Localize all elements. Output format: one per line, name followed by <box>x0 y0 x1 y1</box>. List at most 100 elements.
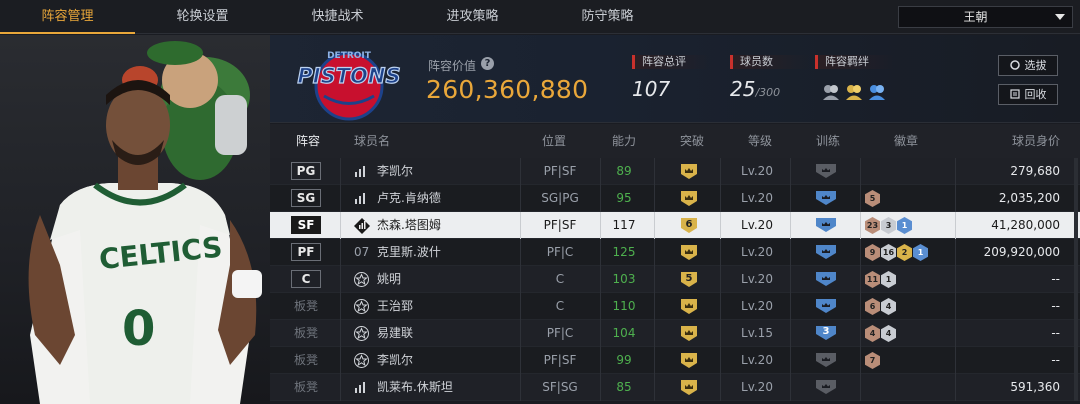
badge-icon[interactable]: 7 <box>865 352 880 369</box>
badge-icon[interactable]: 11 <box>865 271 880 288</box>
table-row[interactable]: PG 李凯尔 PF|SF 89 Lv.20 279,680 <box>270 158 1080 185</box>
recycle-button[interactable]: 回收 <box>998 84 1058 105</box>
breakthrough-badge[interactable]: 6 <box>680 212 702 239</box>
table-row[interactable]: PF 07 克里斯.波什 PF|C 125 Lv.20 9 16 2 1 209,920,000 <box>270 239 1080 266</box>
col-badges[interactable]: 徽章 <box>894 124 918 158</box>
overall-value: 107 <box>632 77 671 101</box>
tab-offense-strategy[interactable]: 进攻策略 <box>405 0 540 34</box>
player-level: Lv.20 <box>741 299 773 313</box>
tab-rotation-settings[interactable]: 轮换设置 <box>135 0 270 34</box>
table-row[interactable]: 板凳 易建联 PF|C 104 Lv.15 3 4 4 -- <box>270 320 1080 347</box>
breakthrough-badge[interactable] <box>680 374 702 401</box>
badge-icon[interactable]: 3 <box>881 217 896 234</box>
lineup-slot-bench[interactable]: 板凳 <box>288 347 324 374</box>
lineup-slot[interactable]: PF <box>288 239 324 266</box>
col-breakthrough[interactable]: 突破 <box>680 124 704 158</box>
lineup-slot[interactable]: SF <box>288 212 324 239</box>
bond-icons[interactable] <box>822 83 886 101</box>
badge-icon[interactable]: 6 <box>865 298 880 315</box>
chevron-down-icon <box>1055 14 1065 20</box>
badge-icon[interactable]: 4 <box>881 325 896 342</box>
breakthrough-badge[interactable] <box>680 239 702 266</box>
training-badge[interactable]: 3 <box>815 320 841 347</box>
help-icon[interactable]: ? <box>481 57 494 70</box>
lineup-slot[interactable]: SG <box>288 185 324 212</box>
player-value: 591,360 <box>1010 380 1060 394</box>
training-badge[interactable] <box>815 158 841 185</box>
player-level: Lv.20 <box>741 353 773 367</box>
training-badge[interactable] <box>815 347 841 374</box>
col-name[interactable]: 球员名 <box>354 124 390 158</box>
badge-icon[interactable]: 1 <box>897 217 912 234</box>
select-button[interactable]: 选拔 <box>998 55 1058 76</box>
breakthrough-badge[interactable]: 5 <box>680 266 702 293</box>
badge-icon[interactable]: 4 <box>865 325 880 342</box>
player-dropdown[interactable]: 王朝 <box>898 6 1073 28</box>
training-badge[interactable] <box>815 212 841 239</box>
tab-defense-strategy[interactable]: 防守策略 <box>540 0 675 34</box>
table-row[interactable]: 板凳 王治郅 C 110 Lv.20 6 4 -- <box>270 293 1080 320</box>
training-badge[interactable] <box>815 239 841 266</box>
player-name[interactable]: 杰森.塔图姆 <box>377 212 441 239</box>
training-badge[interactable] <box>815 374 841 401</box>
training-badge[interactable] <box>815 185 841 212</box>
player-value: -- <box>1051 299 1060 313</box>
lineup-slot[interactable]: C <box>288 266 324 293</box>
breakthrough-badge[interactable] <box>680 293 702 320</box>
player-badges: 11 1 <box>865 266 896 293</box>
player-name[interactable]: 姚明 <box>377 266 401 293</box>
recycle-icon <box>1009 86 1020 99</box>
table-row[interactable]: 板凳 李凯尔 PF|SF 99 Lv.20 7 -- <box>270 347 1080 374</box>
bond-silver-icon[interactable] <box>822 83 840 101</box>
badge-icon[interactable]: 4 <box>881 298 896 315</box>
table-row[interactable]: 板凳 凯莱布.休斯坦 SF|SG 85 Lv.20 591,360 <box>270 374 1080 401</box>
player-count-stat: 球员数 25/300 <box>730 55 810 101</box>
player-name[interactable]: 李凯尔 <box>377 158 413 185</box>
col-ability[interactable]: 能力 <box>612 124 636 158</box>
breakthrough-badge[interactable] <box>680 158 702 185</box>
bond-gold-icon[interactable] <box>845 83 863 101</box>
col-level[interactable]: 等级 <box>748 124 772 158</box>
bond-label: 阵容羁绊 <box>815 55 895 69</box>
badge-icon[interactable]: 16 <box>881 244 896 261</box>
col-lineup[interactable]: 阵容 <box>296 124 320 158</box>
player-name[interactable]: 李凯尔 <box>377 347 413 374</box>
badge-icon[interactable]: 23 <box>865 217 880 234</box>
player-name[interactable]: 凯莱布.休斯坦 <box>377 374 453 401</box>
col-position[interactable]: 位置 <box>542 124 566 158</box>
column-divider <box>340 212 341 239</box>
bond-blue-icon[interactable] <box>868 83 886 101</box>
player-position: C <box>555 299 565 313</box>
table-row[interactable]: C 姚明 C 103 5 Lv.20 11 1 -- <box>270 266 1080 293</box>
player-name[interactable]: 克里斯.波什 <box>377 239 441 266</box>
col-training[interactable]: 训练 <box>816 124 840 158</box>
column-divider <box>955 212 956 239</box>
badge-icon[interactable]: 1 <box>913 244 928 261</box>
lineup-slot-bench[interactable]: 板凳 <box>288 374 324 401</box>
player-level: Lv.20 <box>741 245 773 259</box>
training-count: 3 <box>822 326 830 337</box>
badge-icon[interactable]: 2 <box>897 244 912 261</box>
tab-lineup-management[interactable]: 阵容管理 <box>0 0 135 34</box>
badge-icon[interactable]: 1 <box>881 271 896 288</box>
scrollbar[interactable] <box>1074 158 1078 401</box>
player-name[interactable]: 王治郅 <box>377 293 413 320</box>
lineup-slot-bench[interactable]: 板凳 <box>288 320 324 347</box>
lineup-slot-bench[interactable]: 板凳 <box>288 293 324 320</box>
breakthrough-badge[interactable] <box>680 320 702 347</box>
badge-icon[interactable]: 9 <box>865 244 880 261</box>
tab-quick-tactics[interactable]: 快捷战术 <box>270 0 405 34</box>
table-row[interactable]: SF 杰森.塔图姆 PF|SF 117 6 Lv.20 23 3 1 41,280,000 <box>270 212 1080 239</box>
col-value[interactable]: 球员身价 <box>1012 124 1060 158</box>
badge-icon[interactable]: 5 <box>865 190 880 207</box>
breakthrough-badge[interactable] <box>680 347 702 374</box>
table-row[interactable]: SG 卢克.肯纳德 SG|PG 95 Lv.20 5 2,035,200 <box>270 185 1080 212</box>
training-badge[interactable] <box>815 293 841 320</box>
player-value: -- <box>1051 353 1060 367</box>
training-badge[interactable] <box>815 266 841 293</box>
player-name[interactable]: 卢克.肯纳德 <box>377 185 441 212</box>
column-divider <box>955 374 956 401</box>
player-name[interactable]: 易建联 <box>377 320 413 347</box>
breakthrough-badge[interactable] <box>680 185 702 212</box>
lineup-slot[interactable]: PG <box>288 158 324 185</box>
